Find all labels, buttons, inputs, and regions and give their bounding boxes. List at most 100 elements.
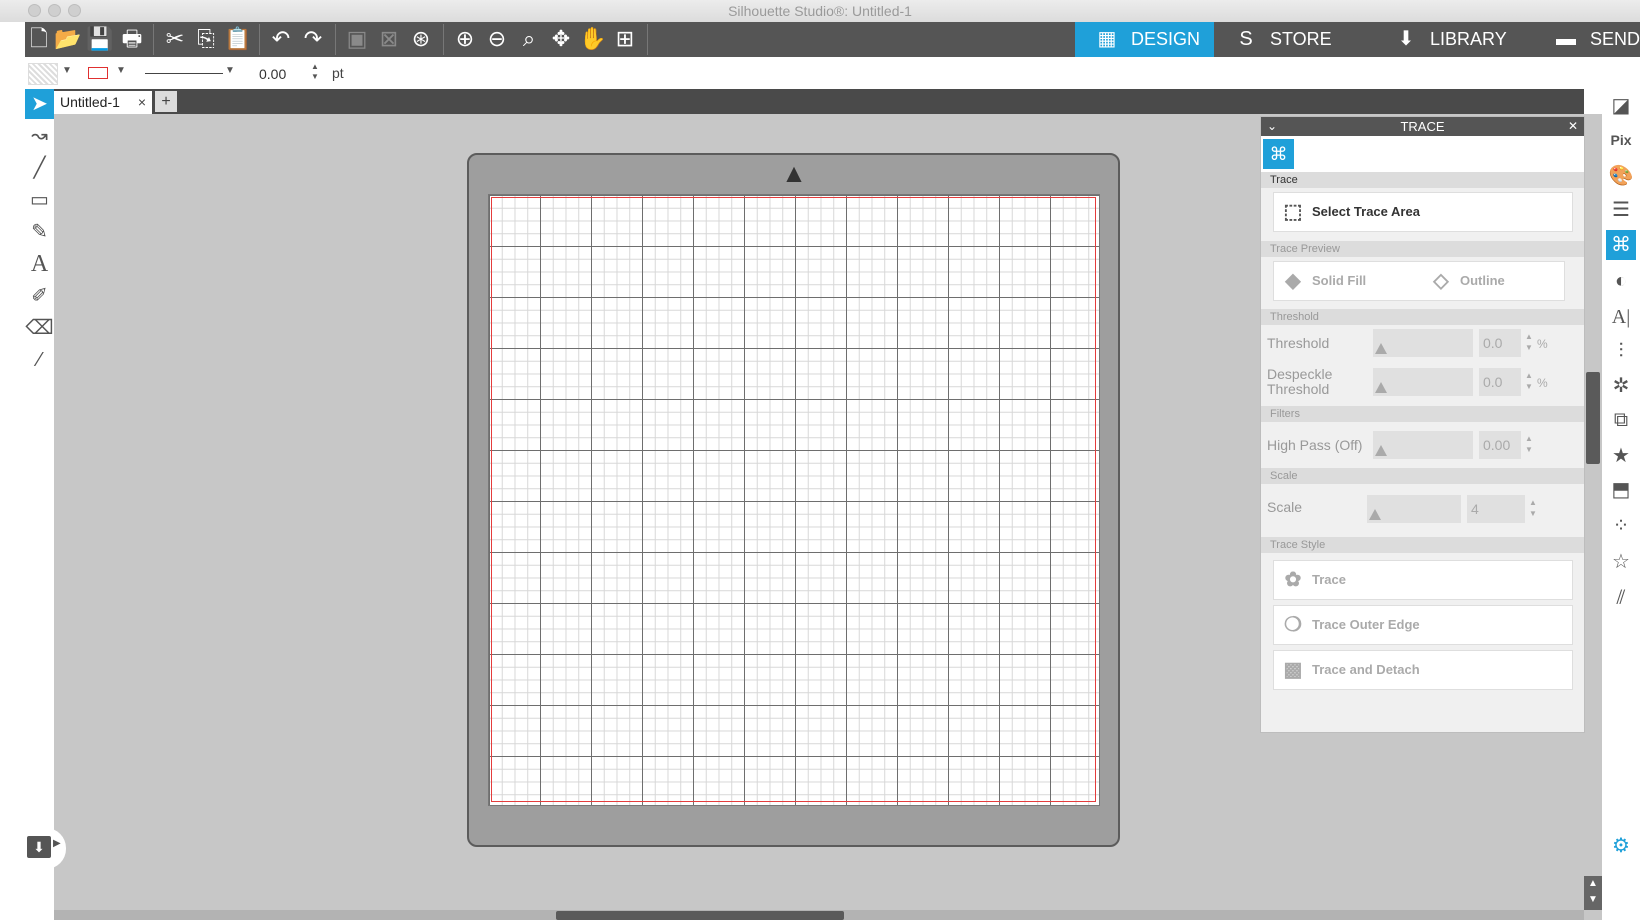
new-icon[interactable]: 🗋 [25,25,53,53]
paste-icon[interactable]: 📋 [224,25,252,53]
open-icon[interactable]: 📂 [54,25,82,53]
threshold-stepper[interactable]: ▲ ▼ [1525,331,1533,353]
page-setup-icon[interactable]: ◪ [1606,91,1636,121]
scale-slider[interactable] [1367,495,1461,523]
save-icon[interactable]: 💾 [86,25,114,53]
despeckle-stepper[interactable]: ▲ ▼ [1525,370,1533,392]
trace-icon[interactable]: ⌘ [1263,139,1294,169]
tab-design[interactable]: ▦ DESIGN [1075,22,1214,57]
hand-icon[interactable]: ✋ [579,25,607,53]
horizontal-scroll-thumb[interactable] [556,911,844,920]
chevron-down-icon[interactable]: ▼ [225,65,235,76]
slider-knob-icon[interactable] [1369,509,1381,520]
zoom-window-button[interactable] [68,4,81,17]
feed-direction-arrow-icon: ▲ [781,158,807,188]
horizontal-scrollbar[interactable] [54,910,1602,920]
threshold-input[interactable]: 0.0 [1479,329,1521,357]
tab-library[interactable]: ⬇ LIBRARY [1374,22,1534,57]
chevron-down-icon[interactable]: ▼ [62,65,72,76]
zoom-select-icon[interactable]: ⌕ [515,25,543,53]
redo-icon[interactable]: ↷ [299,25,327,53]
fill-pattern-icon[interactable]: ⫽ [1606,583,1636,613]
close-window-button[interactable] [28,4,41,17]
tab-send[interactable]: ▬ SEND [1534,22,1640,57]
slider-knob-icon[interactable] [1375,445,1387,456]
modify-icon[interactable]: ★ [1606,441,1636,471]
line-color-swatch[interactable] [88,67,108,79]
pan-icon[interactable]: ✥ [547,25,575,53]
text-style-icon[interactable]: A| [1606,302,1636,332]
despeckle-label-line2: Threshold [1267,381,1330,397]
eyedropper-tool-icon[interactable]: ⁄ [25,345,54,375]
import-button[interactable]: ⬇ ▶ [25,828,66,869]
pixscan-icon[interactable]: Pix [1606,125,1636,155]
fill-color-swatch[interactable] [28,63,58,85]
vertical-scroll-thumb[interactable] [1586,372,1600,464]
knife-tool-icon[interactable]: ✐ [25,281,54,311]
line-style-icon[interactable]: ☰ [1606,195,1636,225]
point-edit-tool-icon[interactable]: ↝ [25,121,54,151]
print-icon[interactable]: 🖶 [118,25,146,53]
copy-icon[interactable]: ⎘ [192,25,220,53]
offset-icon[interactable]: ⬒ [1606,475,1636,505]
close-icon[interactable]: ✕ [1568,117,1578,136]
cut-icon[interactable]: ✂ [161,25,189,53]
select-trace-area-button[interactable]: ⬚ Select Trace Area [1274,194,1420,230]
ungroup-icon[interactable]: ⊠ [375,25,403,53]
scale-stepper[interactable]: ▲ ▼ [1529,497,1537,519]
fit-page-icon[interactable]: ⊞ [611,25,639,53]
compound-icon[interactable]: ⊛ [407,25,435,53]
line-style-selector[interactable] [145,73,223,74]
zoom-in-icon[interactable]: ⊕ [451,25,479,53]
despeckle-input[interactable]: 0.0 [1479,368,1521,396]
trace-outer-edge-button[interactable]: ❍ Trace Outer Edge [1274,607,1420,643]
select-area-box: ⬚ Select Trace Area [1273,192,1573,232]
pencil-tool-icon[interactable]: ✎ [25,217,54,247]
eraser-tool-icon[interactable]: ⌫ [25,313,54,343]
rhinestone-icon[interactable]: ☆ [1606,547,1636,577]
close-icon[interactable]: × [138,91,146,114]
threshold-slider[interactable] [1373,329,1473,357]
replicate-icon[interactable]: ⧉ [1606,405,1636,435]
scroll-arrows[interactable]: ▲ ▼ [1584,876,1602,910]
minimize-window-button[interactable] [48,4,61,17]
scale-input[interactable]: 4 [1467,495,1525,523]
chevron-right-icon: ▶ [53,838,61,849]
align-icon[interactable]: ⫶ [1606,336,1636,366]
outline-button[interactable]: ◇ Outline [1422,263,1504,299]
solid-fill-button[interactable]: ◆ Solid Fill [1274,263,1366,299]
despeckle-slider[interactable] [1373,368,1473,396]
text-tool-icon[interactable]: A [25,249,54,279]
chevron-down-icon[interactable]: ▼ [116,65,126,76]
trace-button[interactable]: ✿ Trace [1274,562,1346,598]
select-tool-icon[interactable]: ➤ [25,89,54,119]
high-pass-slider[interactable] [1373,431,1473,459]
add-document-button[interactable]: + [155,91,177,112]
line-width-input[interactable]: 0.00 [259,64,299,84]
line-tool-icon[interactable]: ╱ [25,153,54,183]
trace-outer-edge-label: Trace Outer Edge [1312,617,1420,632]
tab-store-label: STORE [1270,29,1332,49]
page-grid[interactable] [488,194,1100,806]
high-pass-input[interactable]: 0.00 [1479,431,1521,459]
tab-store[interactable]: S STORE [1214,22,1374,57]
slider-knob-icon[interactable] [1375,382,1387,393]
library-icon: ⬇ [1397,28,1415,50]
trace-and-detach-button[interactable]: ▩ Trace and Detach [1274,652,1420,688]
line-width-stepper[interactable]: ▲ ▼ [311,62,319,82]
zoom-out-icon[interactable]: ⊖ [483,25,511,53]
group-icon[interactable]: ▣ [343,25,371,53]
fill-color-icon[interactable]: 🎨 [1606,161,1636,191]
gear-icon[interactable]: ⚙ [1606,831,1636,861]
vertical-scrollbar[interactable] [1584,114,1602,920]
undo-icon[interactable]: ↶ [267,25,295,53]
rectangle-tool-icon[interactable]: ▭ [25,185,54,215]
shadow-icon[interactable]: ◐ [1606,266,1636,296]
document-tab[interactable]: Untitled-1 × [54,91,152,114]
trace-icon[interactable]: ⌘ [1606,230,1636,260]
sketch-icon[interactable]: ⁘ [1606,511,1636,541]
collapse-icon[interactable]: ⌄ [1267,117,1277,136]
high-pass-stepper[interactable]: ▲ ▼ [1525,433,1533,455]
slider-knob-icon[interactable] [1375,343,1387,354]
transform-icon[interactable]: ✲ [1606,371,1636,401]
